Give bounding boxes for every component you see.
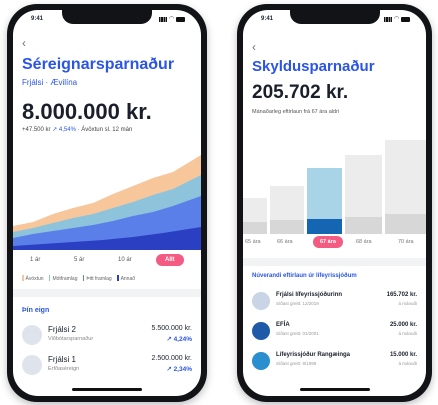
bar-65-base (243, 222, 267, 234)
fund-value: 165.702 kr. (386, 292, 417, 298)
age-option-selected[interactable]: 67 ára (313, 236, 343, 248)
rangaeinga-logo-icon (252, 352, 270, 370)
battery-icon (176, 17, 185, 22)
holding-name: Frjálsi 2 (48, 325, 77, 334)
bar-67-base (307, 219, 342, 234)
fund-avatar-icon (22, 355, 42, 375)
fund-value: 25.000 kr. (389, 322, 417, 328)
battery-icon (401, 17, 410, 22)
fund-row[interactable]: Frjálsi lífeyrissjóðurinn Síðast greitt:… (252, 291, 417, 319)
fund-row[interactable]: EFÍA Síðast greitt: 01/2001 25.000 kr. á… (252, 321, 417, 349)
wifi-icon: ◠ (394, 16, 399, 22)
holding-value: 5.500.000 kr. (151, 325, 192, 332)
fund-value: 15.000 kr. (389, 352, 417, 358)
fund-row[interactable]: Lífeyrissjóður Rangæinga Síðast greitt: … (252, 351, 417, 379)
fund-period: á mánuði (398, 301, 417, 306)
pension-amount: 205.702 kr. (252, 82, 349, 103)
age-selector: 65 ára 66 ára 67 ára 68 ára 70 ára (243, 236, 426, 252)
segment-1-year[interactable]: 1 ár (30, 257, 40, 263)
bar-68-base (345, 217, 382, 234)
holding-desc: Erfðaséreign (48, 366, 80, 372)
pension-bar-chart (243, 140, 426, 234)
segment-10-years[interactable]: 10 ár (118, 257, 132, 263)
status-time: 9:41 (31, 16, 44, 22)
change-percent: 4,54% (58, 127, 76, 133)
section-title: Þín eign (22, 307, 50, 314)
page-title: Skyldusparnaður (252, 58, 375, 75)
fund-name: EFÍA (276, 322, 290, 328)
fund-last-paid: Síðast greitt: 01/2001 (276, 331, 319, 336)
phone-notch (289, 10, 380, 24)
section-divider (13, 289, 201, 297)
balance-area-chart (13, 155, 201, 250)
trend-up-icon: ↗ (52, 127, 58, 133)
fund-period: á mánuði (398, 331, 417, 336)
home-indicator[interactable] (299, 388, 370, 391)
age-option[interactable]: 70 ára (398, 239, 414, 245)
back-chevron-icon[interactable]: ‹ (252, 40, 256, 54)
balance-amount: 8.000.000 kr. (22, 99, 152, 124)
section-title: Núverandi eftirlaun úr lífeyrissjóðum (252, 273, 357, 279)
phone-mockup-right: 9:41 ◠ ‹ Skyldusparnaður 205.702 kr. Mán… (237, 4, 432, 402)
fund-name: Frjálsi lífeyrissjóðurinn (276, 292, 343, 298)
bar-66-base (270, 220, 304, 234)
holding-row[interactable]: Frjálsi 2 Viðbótarsparnaður 5.500.000 kr… (22, 323, 192, 351)
change-note: · Ávöxtun sl. 12 mán (77, 127, 133, 133)
page-title: Séreignarsparnaður (22, 56, 175, 73)
segment-all[interactable]: Allt (156, 254, 184, 266)
fund-avatar-icon (22, 325, 42, 345)
signal-icon (384, 17, 393, 22)
legend-item: Ávöxtun (22, 275, 44, 282)
wifi-icon: ◠ (169, 16, 174, 22)
section-divider (243, 258, 426, 266)
age-option[interactable]: 66 ára (277, 239, 293, 245)
back-chevron-icon[interactable]: ‹ (22, 36, 26, 50)
efia-logo-icon (252, 322, 270, 340)
page-subtitle: Frjálsi · Ævilína (22, 78, 78, 87)
status-icons: ◠ (159, 16, 185, 22)
fund-period: á mánuði (398, 361, 417, 366)
age-option[interactable]: 65 ára (245, 239, 261, 245)
phone-notch (62, 10, 152, 24)
holding-value: 2.500.000 kr. (151, 355, 192, 362)
segment-5-years[interactable]: 5 ár (74, 257, 84, 263)
phone-mockup-left: 9:41 ◠ ‹ Séreignarsparnaður Frjálsi · Æv… (7, 4, 207, 402)
holding-return: ↗ 2,34% (166, 366, 192, 373)
holding-name: Frjálsi 1 (48, 355, 77, 364)
chart-legend: Ávöxtun Mótframlag Þitt framlag Annað (22, 275, 139, 282)
signal-icon (159, 17, 168, 22)
change-value: +47.500 kr (22, 127, 51, 133)
fund-last-paid: Síðast greitt: 12/2019 (276, 301, 319, 306)
balance-change: +47.500 kr ↗ 4,54% · Ávöxtun sl. 12 mán (22, 126, 132, 133)
frjalsi-logo-icon (252, 292, 270, 310)
legend-item: Mótframlag (48, 275, 77, 282)
phone-screen-left: 9:41 ◠ ‹ Séreignarsparnaður Frjálsi · Æv… (13, 10, 201, 396)
pension-subtitle: Mánaðarleg eftirlaun frá 67 ára aldri (252, 109, 340, 115)
holding-desc: Viðbótarsparnaður (48, 336, 94, 342)
holding-row[interactable]: Frjálsi 1 Erfðaséreign 2.500.000 kr. ↗ 2… (22, 353, 192, 381)
time-range-selector: 1 ár 5 ár 10 ár Allt (13, 254, 201, 270)
legend-item: Þitt framlag (82, 275, 112, 282)
fund-last-paid: Síðast greitt: 8/1999 (276, 361, 317, 366)
home-indicator[interactable] (72, 388, 142, 391)
age-option[interactable]: 68 ára (356, 239, 372, 245)
fund-name: Lífeyrissjóður Rangæinga (276, 352, 351, 358)
status-time: 9:41 (261, 16, 274, 22)
phone-screen-right: 9:41 ◠ ‹ Skyldusparnaður 205.702 kr. Mán… (243, 10, 426, 396)
holding-return: ↗ 4,24% (166, 336, 192, 343)
status-icons: ◠ (384, 16, 410, 22)
bar-70-base (385, 214, 426, 234)
legend-item: Annað (117, 275, 135, 282)
